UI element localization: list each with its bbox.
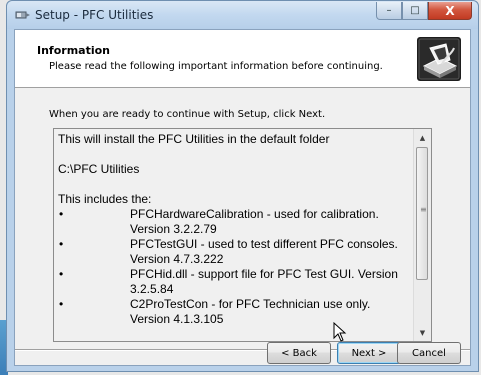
memo-list-item: • PFCHardwareCalibration - used for cali…	[58, 207, 410, 237]
wizard-header: Information Please read the following im…	[15, 30, 470, 88]
instruction-text: When you are ready to continue with Setu…	[49, 109, 326, 120]
setup-app-icon	[15, 11, 30, 19]
memo-content: This will install the PFC Utilities in t…	[58, 132, 410, 327]
memo-list-item: • PFCHid.dll - support file for PFC Test…	[58, 267, 410, 297]
memo-line-includes: This includes the:	[58, 192, 152, 206]
close-icon: X	[445, 3, 455, 18]
page-subtitle: Please read the following important info…	[49, 61, 383, 72]
maximize-icon: □	[410, 5, 420, 16]
minimize-icon: –	[386, 5, 392, 16]
memo-item-text: PFCTestGUI - used to test different PFC …	[130, 237, 398, 266]
information-memo[interactable]: This will install the PFC Utilities in t…	[53, 128, 432, 342]
memo-item-text: PFCHid.dll - support file for PFC Test G…	[130, 267, 398, 296]
bullet-icon: •	[59, 237, 64, 251]
bullet-icon: •	[59, 207, 64, 221]
memo-scrollbar[interactable]: ▲ ≡ ▼	[413, 129, 431, 341]
mouse-pointer-icon	[333, 322, 347, 342]
title-bar[interactable]: Setup - PFC Utilities – □ X	[7, 1, 478, 29]
scrollbar-thumb[interactable]: ≡	[416, 147, 428, 280]
memo-list-item: • C2ProTestCon - for PFC Technician use …	[58, 297, 410, 327]
bullet-icon: •	[59, 297, 64, 311]
cancel-button[interactable]: Cancel	[397, 342, 461, 364]
window-controls: – □ X	[376, 2, 472, 21]
memo-line-intro: This will install the PFC Utilities in t…	[58, 132, 330, 146]
maximize-button[interactable]: □	[402, 2, 428, 20]
close-button[interactable]: X	[428, 2, 472, 20]
scroll-up-icon[interactable]: ▲	[414, 129, 431, 146]
memo-item-text: PFCHardwareCalibration - used for calibr…	[130, 207, 379, 236]
page-title: Information	[37, 44, 110, 57]
minimize-button[interactable]: –	[376, 2, 402, 20]
window-title: Setup - PFC Utilities	[35, 8, 154, 22]
grip-icon: ≡	[420, 205, 427, 214]
scroll-down-icon[interactable]: ▼	[414, 324, 431, 341]
memo-blank-line	[58, 147, 410, 162]
memo-blank-line	[58, 177, 410, 192]
setup-window: Setup - PFC Utilities – □ X Information …	[6, 0, 479, 372]
computer-install-icon	[417, 37, 461, 81]
memo-line-folder: C:\PFC Utilities	[58, 162, 140, 176]
bullet-icon: •	[59, 267, 64, 281]
memo-list-item: • PFCTestGUI - used to test different PF…	[58, 237, 410, 267]
wizard-client-area: Information Please read the following im…	[14, 29, 471, 366]
back-button[interactable]: < Back	[267, 342, 331, 364]
next-button[interactable]: Next >	[337, 342, 401, 364]
